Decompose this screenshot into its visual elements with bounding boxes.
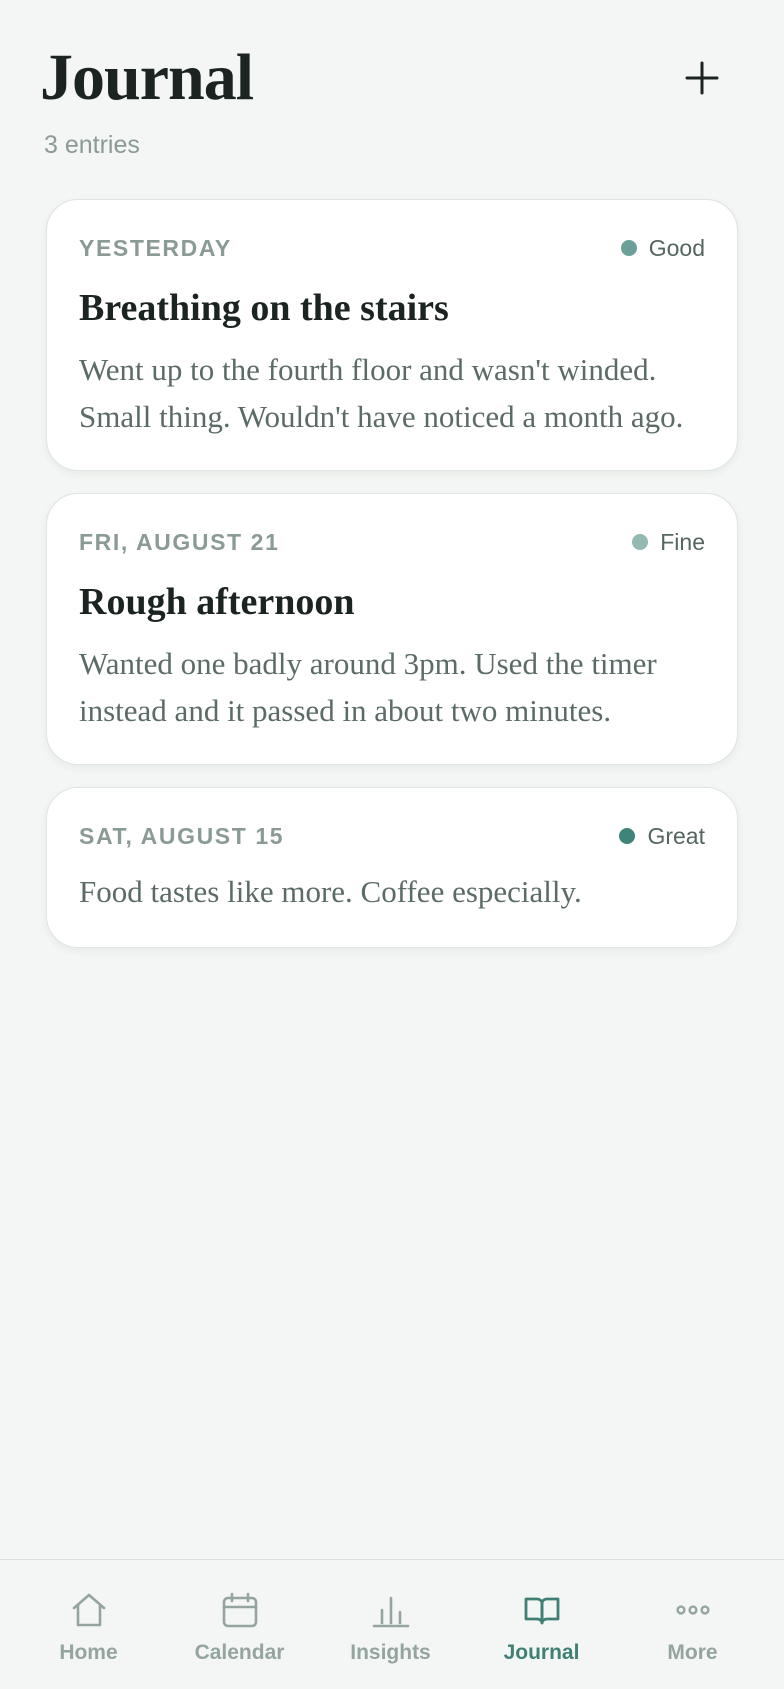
mood-badge: Good [620,230,705,266]
entry-date: YESTERDAY [79,235,232,261]
entry-body: Wanted one badly around 3pm. Used the ti… [79,646,657,728]
nav-label: Home [59,1641,118,1664]
entry-body: Went up to the fourth floor and wasn't w… [79,352,684,434]
journal-entry-card[interactable]: FRI, AUGUST 21 Fine Rough afternoon Want… [46,493,738,765]
add-entry-button[interactable] [676,52,728,104]
bar-chart-icon [371,1590,411,1630]
mood-dot-icon [619,828,636,844]
entry-list: YESTERDAY Good Breathing on the stairs W… [46,199,738,970]
mood-label: Good [648,235,705,261]
calendar-icon [220,1590,260,1630]
mood-label: Great [647,823,705,849]
journal-header: Journal 3 entries [0,0,784,180]
mood-dot-icon [632,534,649,550]
entry-date: SAT, AUGUST 15 [79,823,285,849]
entry-title: Rough afternoon [79,581,355,623]
entry-meta: FRI, AUGUST 21 Fine [79,524,705,560]
mood-dot-icon [620,240,637,256]
entry-meta: YESTERDAY Good [79,230,705,266]
nav-label: Insights [350,1641,431,1664]
more-dots-icon [673,1590,713,1630]
journal-entry-card[interactable]: YESTERDAY Good Breathing on the stairs W… [46,199,738,471]
plus-icon [676,52,728,104]
nav-label: More [667,1641,718,1664]
entry-date: FRI, AUGUST 21 [79,529,280,555]
bottom-nav: Home Calendar Insights Journal More [0,1559,784,1689]
mood-badge: Great [619,818,705,854]
page-title: Journal [40,41,254,114]
entry-meta: SAT, AUGUST 15 Great [79,818,705,854]
nav-item-home[interactable]: Home [13,1560,164,1689]
entry-count: 3 entries [44,131,140,159]
nav-label: Journal [503,1641,580,1664]
nav-label: Calendar [194,1641,285,1664]
mood-label: Fine [660,529,705,555]
home-icon [69,1590,109,1630]
nav-item-calendar[interactable]: Calendar [164,1560,315,1689]
nav-item-journal[interactable]: Journal [466,1560,617,1689]
entry-body: Food tastes like more. Coffee especially… [79,874,582,909]
open-book-icon [522,1590,562,1630]
mood-badge: Fine [632,524,705,560]
nav-item-more[interactable]: More [617,1560,768,1689]
nav-item-insights[interactable]: Insights [315,1560,466,1689]
journal-entry-card[interactable]: SAT, AUGUST 15 Great Food tastes like mo… [46,787,738,948]
entry-title: Breathing on the stairs [79,287,449,329]
